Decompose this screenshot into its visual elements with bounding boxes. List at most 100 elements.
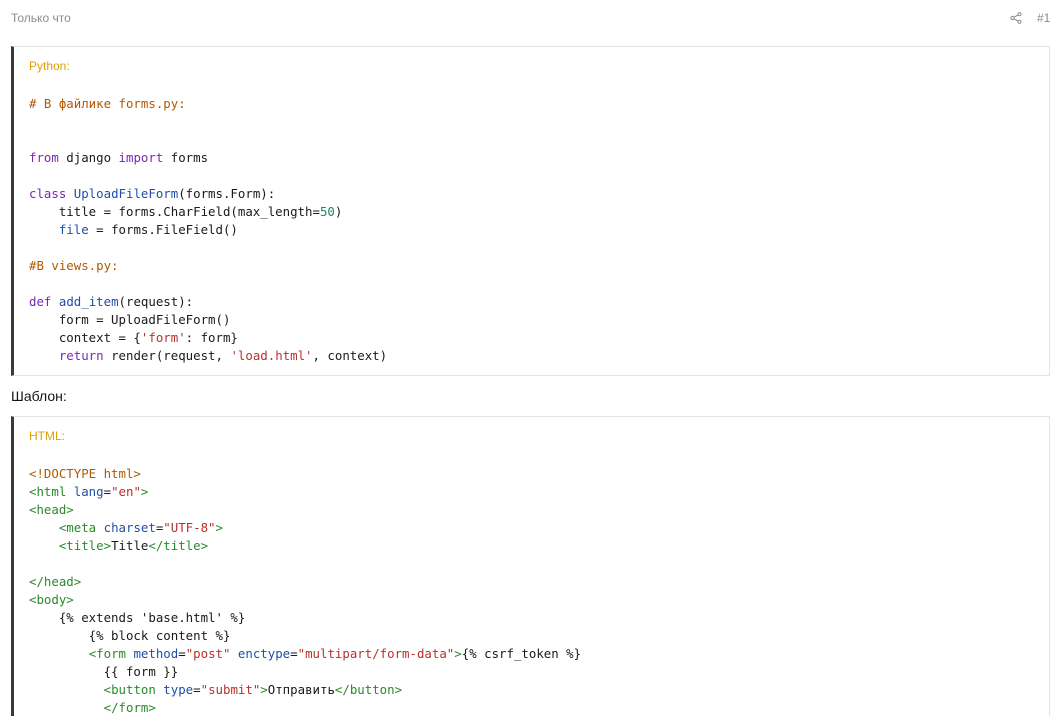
code-token: {% csrf_token %}: [461, 646, 582, 661]
code-token: ): [334, 204, 343, 219]
code-token: "multipart/form-data": [297, 646, 455, 661]
code-token: (request):: [118, 294, 194, 309]
code-token: "en": [111, 484, 141, 499]
code-token: def: [29, 294, 52, 309]
code-token: <head>: [29, 502, 74, 517]
code-token: context = {: [29, 330, 141, 345]
code-token: <title>: [58, 538, 112, 553]
code-token: "post": [185, 646, 231, 661]
code-token: >: [260, 682, 268, 697]
code-token: Отправить: [267, 682, 335, 697]
code-token: import: [118, 150, 164, 165]
code-token: 'load.html': [230, 348, 313, 363]
code-token: title = forms.CharField(max_length=: [29, 204, 320, 219]
code-token: </title>: [148, 538, 209, 553]
code-token: form = UploadFileForm(): [29, 312, 231, 327]
code-token: enctype: [237, 646, 291, 661]
code-token: #В views.py:: [29, 258, 119, 273]
code-token: =: [290, 646, 298, 661]
code-token: <html: [29, 484, 74, 499]
code-line: </head>: [29, 574, 81, 589]
code-token: </form>: [103, 700, 156, 715]
code-token: =: [178, 646, 186, 661]
code-token: "UTF-8": [163, 520, 216, 535]
code-token: # В файлике forms.py:: [29, 96, 186, 111]
code-token: >: [454, 646, 462, 661]
code-line: <button type="submit">Отправить</button>: [29, 682, 402, 697]
code-token: 50: [319, 204, 335, 219]
code-line: from django import forms: [29, 150, 208, 165]
code-line: <!DOCTYPE html>: [29, 466, 141, 481]
code-token: forms: [163, 150, 209, 165]
code-token: lang: [73, 484, 104, 499]
code-line: {{ form }}: [29, 664, 179, 679]
code-token: render(request,: [103, 348, 231, 363]
code-line: {% block content %}: [29, 628, 231, 643]
code-block-title: HTML:: [29, 429, 65, 443]
code-token: <button: [103, 682, 164, 697]
code-line: </form>: [29, 700, 156, 715]
code-token: </head>: [29, 574, 82, 589]
code-line: context = {'form': form}: [29, 330, 238, 345]
code-token: <!DOCTYPE html>: [29, 466, 141, 481]
code-line: #В views.py:: [29, 258, 119, 273]
code-line: class UploadFileForm(forms.Form):: [29, 186, 275, 201]
code-line: return render(request, 'load.html', cont…: [29, 348, 387, 363]
code-token: =: [193, 682, 201, 697]
code-token: {{ form }}: [29, 664, 179, 679]
html-code: <!DOCTYPE html> <html lang="en"> <head> …: [29, 465, 581, 716]
code-token: class: [29, 186, 67, 201]
code-token: return: [58, 348, 104, 363]
code-token: file: [58, 222, 89, 237]
code-token: </button>: [334, 682, 403, 697]
code-line: <title>Title</title>: [29, 538, 208, 553]
code-line: {% extends 'base.html' %}: [29, 610, 246, 625]
code-token: UploadFileForm: [73, 186, 179, 201]
code-token: = forms.FileField(): [88, 222, 238, 237]
html-code-block: HTML: <!DOCTYPE html> <html lang="en"> <…: [11, 416, 1050, 716]
code-line: <form method="post" enctype="multipart/f…: [29, 646, 581, 661]
code-token: type: [163, 682, 194, 697]
code-token: from: [29, 150, 59, 165]
code-token: (forms.Form):: [178, 186, 276, 201]
code-token: >: [215, 520, 223, 535]
code-token: add_item: [58, 294, 119, 309]
code-line: def add_item(request):: [29, 294, 193, 309]
post-number-link[interactable]: #1: [1037, 11, 1050, 25]
code-block-title: Python:: [29, 59, 70, 73]
code-line: <head>: [29, 502, 74, 517]
code-token: >: [140, 484, 149, 499]
code-line: <html lang="en">: [29, 484, 148, 499]
code-token: 'form': [140, 330, 186, 345]
code-token: : form}: [185, 330, 238, 345]
code-token: method: [133, 646, 179, 661]
code-token: {% block content %}: [29, 628, 231, 643]
code-token: =: [103, 484, 112, 499]
post-time: Только что: [11, 11, 71, 25]
share-icon[interactable]: [1010, 11, 1022, 24]
code-token: <form: [88, 646, 134, 661]
post-header: Только что #1: [0, 0, 1060, 36]
code-token: <body>: [29, 592, 74, 607]
code-token: Title: [111, 538, 149, 553]
code-line: <meta charset="UTF-8">: [29, 520, 223, 535]
code-line: form = UploadFileForm(): [29, 312, 231, 327]
template-label: Шаблон:: [11, 388, 67, 404]
code-token: charset: [103, 520, 156, 535]
code-line: <body>: [29, 592, 74, 607]
code-line: file = forms.FileField(): [29, 222, 238, 237]
code-token: <meta: [58, 520, 104, 535]
code-line: title = forms.CharField(max_length=50): [29, 204, 343, 219]
python-code-block: Python: # В файлике forms.py: from djang…: [11, 46, 1050, 376]
python-code: # В файлике forms.py: from django import…: [29, 95, 387, 365]
